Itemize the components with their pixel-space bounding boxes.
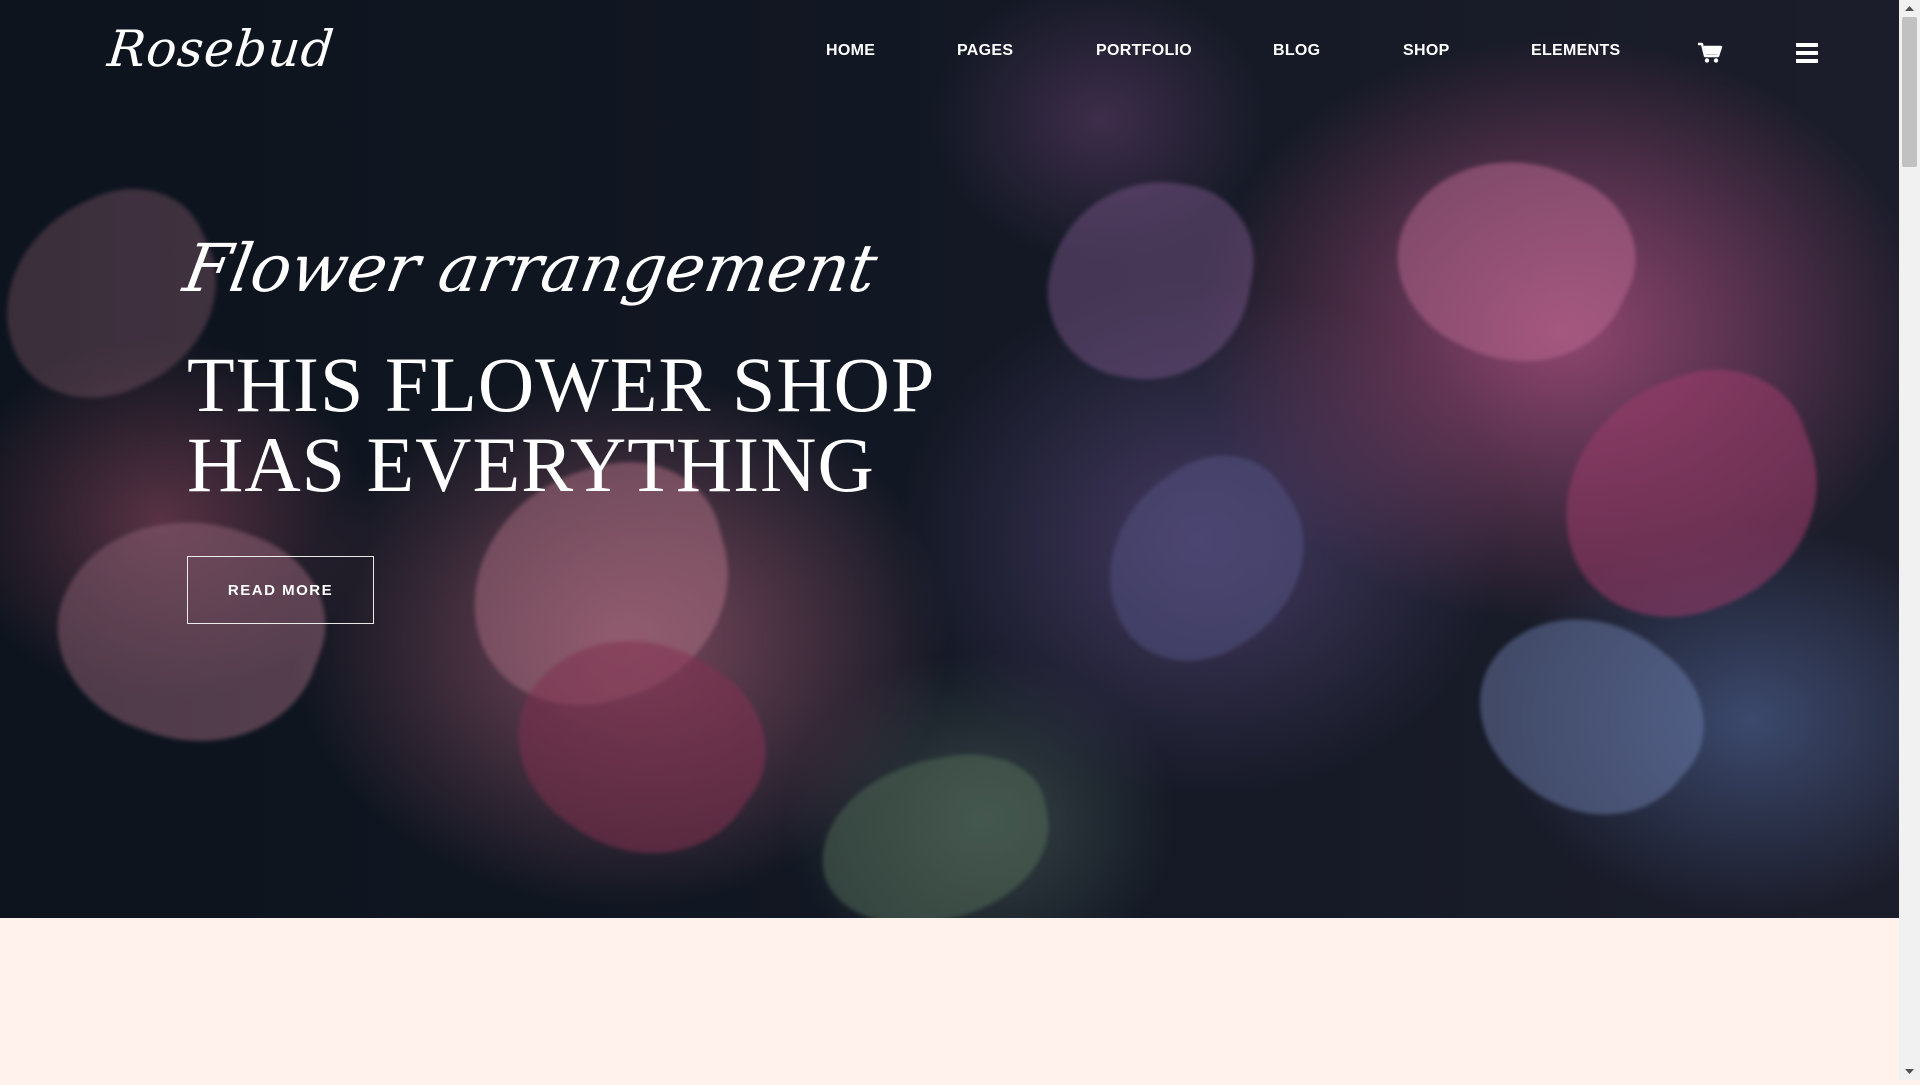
nav-item-shop[interactable]: SHOP	[1403, 42, 1450, 60]
scroll-down-arrow-icon[interactable]	[1899, 1063, 1920, 1080]
scroll-up-arrow-icon[interactable]	[1899, 0, 1920, 17]
cart-icon[interactable]	[1697, 42, 1723, 69]
hero-headline-line2: HAS EVERYTHING	[187, 421, 875, 508]
hero-headline-line1: THIS FLOWER SHOP	[187, 341, 936, 428]
hero-headline: THIS FLOWER SHOP HAS EVERYTHING	[187, 345, 935, 505]
site-logo[interactable]: Rosebud	[105, 20, 337, 78]
scrollbar-thumb[interactable]	[1902, 17, 1917, 167]
page-viewport: Rosebud HOME PAGES PORTFOLIO BLOG SHOP E…	[0, 0, 1899, 1080]
hero-section: Rosebud HOME PAGES PORTFOLIO BLOG SHOP E…	[0, 0, 1899, 918]
read-more-button[interactable]: READ MORE	[187, 556, 374, 624]
content-section	[0, 918, 1899, 1080]
nav-item-portfolio[interactable]: PORTFOLIO	[1096, 42, 1192, 60]
vertical-scrollbar[interactable]	[1899, 0, 1920, 1080]
hero-script-title: Flower arrangement	[178, 230, 883, 307]
hamburger-menu-icon[interactable]	[1796, 43, 1818, 68]
nav-item-pages[interactable]: PAGES	[957, 42, 1013, 60]
nav-item-blog[interactable]: BLOG	[1273, 42, 1320, 60]
nav-item-elements[interactable]: ELEMENTS	[1531, 42, 1621, 60]
nav-item-home[interactable]: HOME	[826, 42, 875, 60]
